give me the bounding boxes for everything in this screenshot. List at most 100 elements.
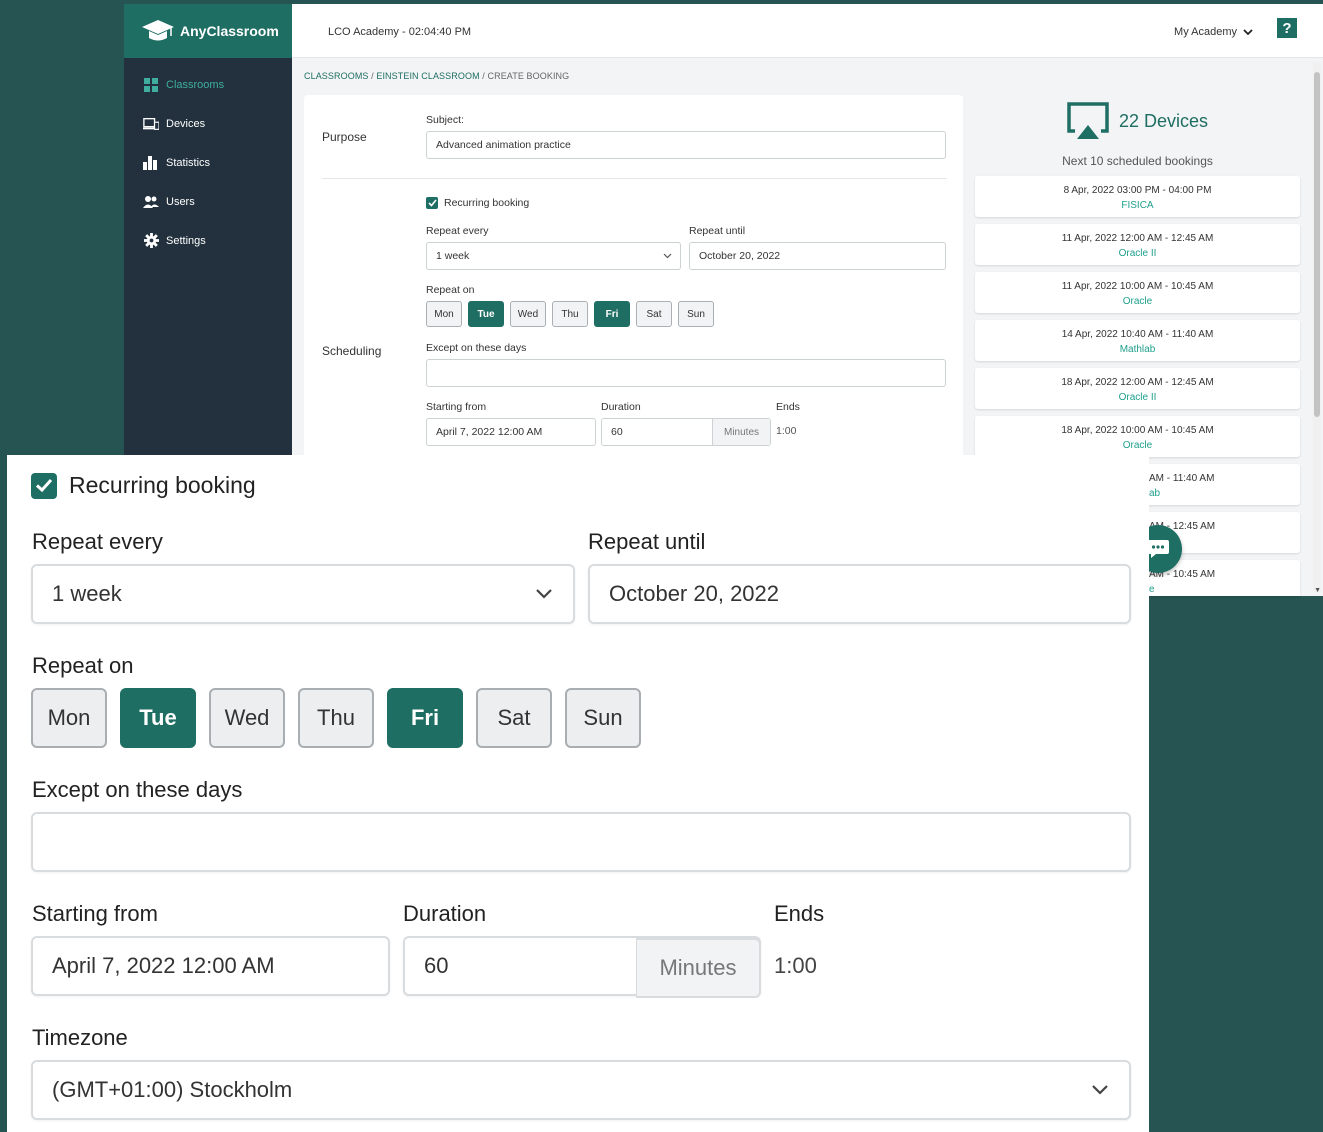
repeat-until-input[interactable]: October 20, 2022 [689,242,946,270]
breadcrumb: CLASSROOMS / EINSTEIN CLASSROOM / CREATE… [304,71,569,81]
repeat-until-label: Repeat until [588,529,706,554]
purpose-label: Purpose [322,130,367,144]
except-days-input[interactable] [426,359,946,387]
brand-logo[interactable]: AnyClassroom [124,4,292,58]
booking-room: e [1149,584,1155,595]
except-label: Except on these days [32,777,243,802]
sidebar-item-label: Users [166,195,195,208]
except-days-input[interactable] [31,812,1131,872]
subject-label: Subject: [426,114,464,126]
timezone-label: Timezone [32,1025,128,1050]
gear-icon [143,233,159,249]
day-tue-button[interactable]: Tue [120,688,196,748]
chevron-down-icon [663,253,672,259]
day-thu-button[interactable]: Thu [552,301,588,327]
users-icon [143,194,159,210]
day-fri-button[interactable]: Fri [594,301,630,327]
duration-value: 60 [424,953,449,978]
checkbox-checked-icon [31,472,57,499]
day-sat-button[interactable]: Sat [636,301,672,327]
day-sun-button[interactable]: Sun [565,688,641,748]
devices-header[interactable]: 22 Devices [1065,101,1208,141]
timezone-value: (GMT+01:00) Stockholm [52,1077,293,1102]
devices-icon [143,116,159,132]
booking-card[interactable]: 11 Apr, 2022 10:00 AM - 10:45 AM Oracle [975,272,1300,313]
except-label: Except on these days [426,342,527,354]
sidebar-item-devices[interactable]: Devices [124,104,292,143]
devices-count: 22 Devices [1119,110,1209,131]
top-bar: LCO Academy - 02:04:40 PM My Academy ? [292,4,1323,58]
day-wed-button[interactable]: Wed [510,301,546,327]
booking-card[interactable]: 18 Apr, 2022 10:00 AM - 10:45 AM Oracle [975,416,1300,457]
day-mon-button[interactable]: Mon [426,301,462,327]
zoomed-scheduling-panel: Recurring booking Repeat every 1 week Re… [7,455,1149,1132]
repeat-on-label: Repeat on [32,653,134,678]
brand-name: AnyClassroom [180,23,279,39]
duration-unit: Minutes [712,419,770,445]
booking-room: Oracle II [1118,248,1157,259]
next-bookings-label: Next 10 scheduled bookings [1062,154,1213,168]
divider [322,178,947,179]
starting-input[interactable]: April 7, 2022 12:00 AM [31,936,390,996]
booking-time: AM - 11:40 AM [1149,473,1215,484]
account-menu[interactable]: My Academy [1174,26,1253,38]
booking-room: Oracle [1122,440,1153,451]
repeat-until-input[interactable]: October 20, 2022 [588,564,1131,624]
sidebar-item-users[interactable]: Users [124,182,292,221]
day-wed-button[interactable]: Wed [209,688,285,748]
breadcrumb-classrooms[interactable]: CLASSROOMS [304,71,369,81]
sidebar-item-label: Settings [166,234,206,247]
header-title: LCO Academy - 02:04:40 PM [328,26,472,38]
recurring-label: Recurring booking [444,197,530,209]
booking-card[interactable]: 14 Apr, 2022 10:40 AM - 11:40 AM Mathlab [975,320,1300,361]
duration-label: Duration [601,401,641,413]
duration-input[interactable]: 60 Minutes [601,418,771,446]
starting-label: Starting from [32,901,158,926]
starting-label: Starting from [426,401,487,413]
booking-time: 11 Apr, 2022 10:00 AM - 10:45 AM [1061,281,1214,292]
subject-input[interactable]: Advanced animation practice [426,131,946,159]
duration-label: Duration [403,901,487,926]
booking-room: Oracle [1122,296,1153,307]
chevron-down-icon [536,589,552,599]
scheduling-label: Scheduling [322,344,382,358]
help-button[interactable]: ? [1277,18,1297,38]
breadcrumb-classroom[interactable]: EINSTEIN CLASSROOM [376,71,479,81]
breadcrumb-current: CREATE BOOKING [487,71,570,81]
booking-card[interactable]: 8 Apr, 2022 03:00 PM - 04:00 PM FISICA [975,176,1300,217]
day-tue-button[interactable]: Tue [468,301,504,327]
recurring-checkbox[interactable]: Recurring booking [426,197,529,209]
booking-room: Oracle II [1118,392,1157,403]
recurring-checkbox-zoom[interactable]: Recurring booking [31,472,256,499]
day-thu-button[interactable]: Thu [298,688,374,748]
sidebar-item-settings[interactable]: Settings [124,221,292,260]
sidebar-item-label: Devices [166,117,206,130]
day-sun-button[interactable]: Sun [678,301,714,327]
repeat-every-select[interactable]: 1 week [426,242,681,270]
day-fri-button[interactable]: Fri [387,688,463,748]
ends-label: Ends [776,401,800,413]
grid-icon [143,77,159,93]
repeat-every-select[interactable]: 1 week [31,564,575,624]
account-label: My Academy [1174,26,1237,38]
day-mon-button[interactable]: Mon [31,688,107,748]
repeat-on-label: Repeat on [426,284,475,296]
day-sat-button[interactable]: Sat [476,688,552,748]
repeat-every-value: 1 week [52,581,122,606]
booking-card[interactable]: 11 Apr, 2022 12:00 AM - 12:45 AM Oracle … [975,224,1300,265]
sidebar-item-classrooms[interactable]: Classrooms [124,65,292,104]
duration-unit: Minutes [636,938,761,998]
timezone-select[interactable]: (GMT+01:00) Stockholm [31,1060,1131,1120]
repeat-every-label: Repeat every [32,529,163,554]
booking-time: 18 Apr, 2022 12:00 AM - 12:45 AM [1061,377,1214,388]
booking-card[interactable]: 18 Apr, 2022 12:00 AM - 12:45 AM Oracle … [975,368,1300,409]
checkbox-checked-icon [426,197,438,209]
scroll-down-arrow-icon[interactable]: ▼ [1314,587,1321,594]
scrollbar-thumb[interactable] [1314,72,1320,417]
booking-time: 18 Apr, 2022 10:00 AM - 10:45 AM [1061,425,1214,436]
starting-input[interactable]: April 7, 2022 12:00 AM [426,418,596,446]
booking-time: 11 Apr, 2022 12:00 AM - 12:45 AM [1061,233,1214,244]
booking-time: 14 Apr, 2022 10:40 AM - 11:40 AM [1061,329,1214,340]
sidebar-item-statistics[interactable]: Statistics [124,143,292,182]
chevron-down-icon [1243,28,1253,35]
